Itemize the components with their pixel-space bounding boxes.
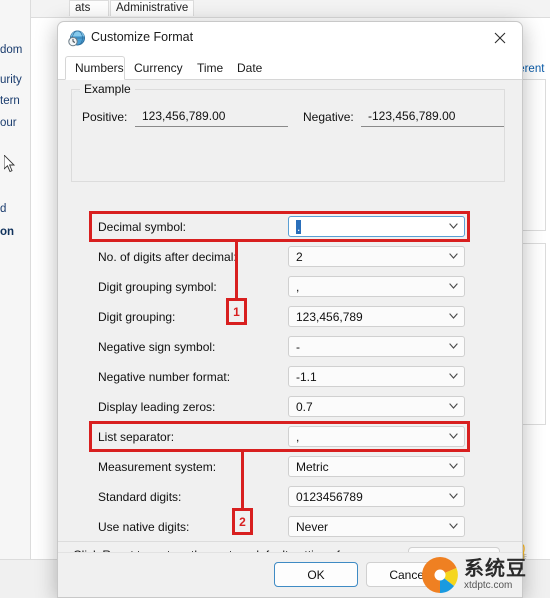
combo-use-native-digits[interactable]: Never (288, 516, 465, 537)
annotation-leader-2 (241, 452, 244, 510)
combo-value: Metric (296, 460, 329, 474)
cancel-button[interactable]: Cancel (366, 562, 450, 587)
annotation-marker-2: 2 (232, 508, 253, 535)
chevron-down-icon (449, 433, 458, 439)
footer-separator (58, 541, 522, 542)
chevron-down-icon (449, 313, 458, 319)
bg-sidebar-item[interactable]: tern (0, 95, 20, 107)
chevron-down-icon (449, 463, 458, 469)
combo-value: , (296, 280, 300, 294)
chevron-down-icon (449, 403, 458, 409)
bg-sidebar-item[interactable]: urity (0, 74, 22, 86)
close-button[interactable] (478, 22, 522, 54)
close-icon (494, 32, 506, 44)
ok-button[interactable]: OK (274, 562, 358, 587)
bg-sidebar-item-selected[interactable]: on (0, 226, 14, 238)
combo-value: 0.7 (296, 400, 313, 414)
chevron-down-icon (449, 493, 458, 499)
bg-sidebar-item[interactable]: our (0, 117, 17, 129)
chevron-down-icon (449, 283, 458, 289)
chevron-down-icon (449, 223, 458, 229)
combo-value: Never (296, 520, 329, 534)
label-use-native-digits: Use native digits: (98, 520, 190, 534)
label-digit-grouping-symbol: Digit grouping symbol: (98, 280, 217, 294)
label-negative-sign-symbol: Negative sign symbol: (98, 340, 216, 354)
combo-list-separator[interactable]: , (288, 426, 465, 447)
bg-tab-formats[interactable]: ats (69, 0, 109, 16)
chevron-down-icon (449, 523, 458, 529)
label-negative-number-format: Negative number format: (98, 370, 231, 384)
combo-digit-grouping[interactable]: 123,456,789 (288, 306, 465, 327)
negative-example-field: -123,456,789.00 (361, 105, 504, 127)
combo-measurement-system[interactable]: Metric (288, 456, 465, 477)
combo-value: , (296, 430, 300, 444)
label-display-leading-zeros: Display leading zeros: (98, 400, 216, 414)
combo-selected-text: . (296, 220, 302, 234)
combo-value: 123,456,789 (296, 310, 363, 324)
combo-negative-sign-symbol[interactable]: - (288, 336, 465, 357)
bg-tab-administrative[interactable]: Administrative (110, 0, 194, 16)
chevron-down-icon (449, 373, 458, 379)
label-digit-grouping: Digit grouping: (98, 310, 176, 324)
chevron-down-icon (449, 253, 458, 259)
dialog-tabstrip: Numbers Currency Time Date (58, 55, 522, 80)
customize-format-dialog: Customize Format Numbers Currency Time D… (57, 21, 523, 598)
combo-display-leading-zeros[interactable]: 0.7 (288, 396, 465, 417)
tab-time[interactable]: Time (188, 56, 227, 80)
example-legend: Example (80, 82, 135, 96)
dialog-titlebar: Customize Format (58, 22, 522, 55)
bg-sidebar-item[interactable]: d (0, 203, 6, 215)
tab-date[interactable]: Date (228, 56, 268, 80)
label-list-separator: List separator: (98, 430, 175, 444)
bg-tabstrip: ats Administrative (31, 0, 550, 18)
positive-example-field: 123,456,789.00 (135, 105, 288, 127)
chevron-down-icon (449, 343, 458, 349)
combo-decimal-symbol[interactable]: . (288, 216, 465, 237)
combo-value: - (296, 340, 300, 354)
label-standard-digits: Standard digits: (98, 490, 182, 504)
label-decimal-symbol: Decimal symbol: (98, 220, 187, 234)
combo-value: 2 (296, 250, 303, 264)
mouse-cursor-icon (4, 155, 16, 173)
combo-digit-grouping-symbol[interactable]: , (288, 276, 465, 297)
negative-label: Negative: (303, 110, 354, 124)
combo-standard-digits[interactable]: 0123456789 (288, 486, 465, 507)
dialog-title: Customize Format (91, 30, 194, 44)
example-groupbox (71, 89, 505, 182)
numbers-tab-panel: Example Positive: 123,456,789.00 Negativ… (58, 80, 522, 541)
bg-navigation-pane (0, 0, 31, 598)
label-digits-after-decimal: No. of digits after decimal: (98, 250, 237, 264)
globe-clock-icon (68, 30, 85, 47)
dialog-buttonbar: OK Cancel (58, 552, 522, 597)
combo-value: -1.1 (296, 370, 317, 384)
combo-value: . (296, 219, 302, 236)
combo-negative-number-format[interactable]: -1.1 (288, 366, 465, 387)
combo-digits-after-decimal[interactable]: 2 (288, 246, 465, 267)
tab-numbers[interactable]: Numbers (65, 56, 125, 80)
annotation-marker-1: 1 (226, 298, 247, 325)
tab-currency[interactable]: Currency (125, 56, 187, 80)
positive-label: Positive: (82, 110, 128, 124)
label-measurement-system: Measurement system: (98, 460, 217, 474)
bg-sidebar-item[interactable]: dom (0, 44, 22, 56)
combo-value: 0123456789 (296, 490, 363, 504)
